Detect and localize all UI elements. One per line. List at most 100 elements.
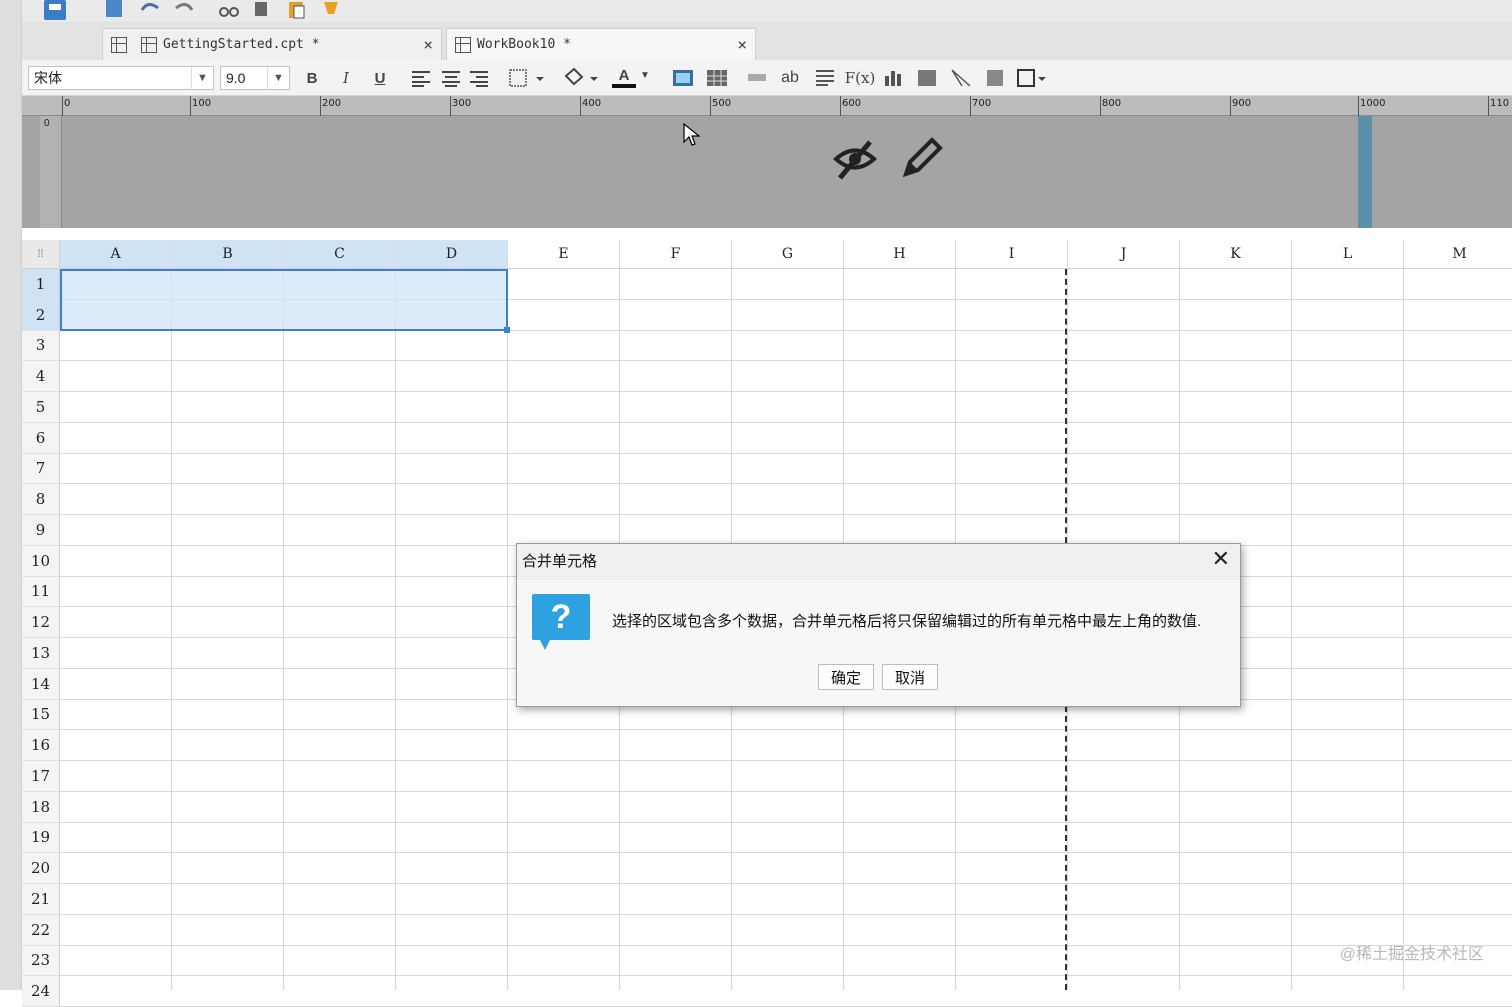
column-header-g[interactable]: G [732, 240, 844, 269]
row-header-24[interactable]: 24 [22, 976, 60, 1007]
cell-element-icon[interactable] [1016, 68, 1050, 88]
column-header-h[interactable]: H [844, 240, 956, 269]
row-header-22[interactable]: 22 [22, 915, 60, 946]
bold-button[interactable]: B [300, 66, 324, 90]
grid-row-line [60, 914, 1512, 915]
ruler-tick: 1000 [1360, 98, 1385, 109]
align-right-icon[interactable] [468, 70, 490, 88]
row-header-3[interactable]: 3 [22, 331, 60, 362]
insert-image-icon[interactable] [916, 68, 938, 88]
ok-button[interactable]: 确定 [818, 664, 874, 690]
tab-gettingstarted[interactable]: GettingStarted.cpt * × [102, 28, 442, 60]
grid-row-line [60, 453, 1512, 454]
copy-icon[interactable] [252, 0, 274, 20]
column-header-c[interactable]: C [284, 240, 396, 269]
row-header-5[interactable]: 5 [22, 392, 60, 423]
row-header-9[interactable]: 9 [22, 515, 60, 546]
border-icon[interactable] [508, 68, 544, 88]
hide-header-icon[interactable] [832, 136, 878, 182]
row-header-14[interactable]: 14 [22, 669, 60, 700]
chevron-down-icon[interactable]: ▼ [640, 70, 650, 81]
tab-workbook10[interactable]: WorkBook10 * × [446, 28, 756, 60]
slash-icon[interactable] [950, 68, 972, 88]
column-header-m[interactable]: M [1404, 240, 1512, 269]
fill-handle[interactable] [504, 327, 510, 333]
paste-icon[interactable] [286, 0, 308, 20]
document-tab-bar: GettingStarted.cpt * × WorkBook10 * × [22, 22, 1512, 60]
row-header-20[interactable]: 20 [22, 853, 60, 884]
close-tab-icon[interactable]: × [737, 35, 747, 54]
underline-button[interactable]: U [368, 66, 392, 90]
fill-color-icon[interactable] [562, 66, 598, 88]
cell-selection-a1-d2[interactable] [60, 269, 508, 331]
column-header-a[interactable]: A [60, 240, 172, 269]
workbook-icon [141, 37, 157, 53]
grid-row-line [60, 791, 1512, 792]
row-header-10[interactable]: 10 [22, 546, 60, 577]
edit-pencil-icon[interactable] [898, 136, 944, 182]
chart-icon[interactable] [882, 68, 904, 88]
row-header-6[interactable]: 6 [22, 423, 60, 454]
row-header-16[interactable]: 16 [22, 730, 60, 761]
grid-row-line [60, 760, 1512, 761]
row-header-1[interactable]: 1 [22, 269, 60, 300]
column-header-d[interactable]: D [396, 240, 508, 269]
redo-icon[interactable] [172, 0, 196, 20]
column-header-f[interactable]: F [620, 240, 732, 269]
grid-column-line [395, 269, 396, 990]
row-header-2[interactable]: 2 [22, 300, 60, 331]
row-header-23[interactable]: 23 [22, 946, 60, 977]
insert-picture-icon[interactable] [672, 68, 694, 88]
row-header-8[interactable]: 8 [22, 484, 60, 515]
align-left-icon[interactable] [410, 70, 432, 88]
column-header-b[interactable]: B [172, 240, 284, 269]
paragraph-icon[interactable] [814, 69, 836, 87]
italic-button[interactable]: I [334, 66, 358, 90]
ruler-tick: 300 [452, 98, 471, 109]
format-toolbar: 宋体 ▼ 9.0 ▼ B I U A ▼ ab F(x) [22, 60, 1512, 96]
row-header-17[interactable]: 17 [22, 761, 60, 792]
row-header-13[interactable]: 13 [22, 638, 60, 669]
chevron-down-icon[interactable]: ▼ [191, 67, 213, 89]
align-center-icon[interactable] [440, 70, 462, 88]
save-file-icon[interactable] [104, 0, 126, 20]
row-header-7[interactable]: 7 [22, 454, 60, 485]
close-icon[interactable]: ✕ [1212, 546, 1230, 572]
column-header-i[interactable]: I [956, 240, 1068, 269]
tab-label: WorkBook10 * [477, 37, 571, 52]
column-header-k[interactable]: K [1180, 240, 1292, 269]
font-size-select[interactable]: 9.0 ▼ [220, 66, 290, 90]
font-size-value: 9.0 [226, 70, 245, 86]
row-header-11[interactable]: 11 [22, 577, 60, 608]
chevron-down-icon[interactable]: ▼ [267, 67, 289, 89]
ruler-tick: 900 [1232, 98, 1251, 109]
row-header-4[interactable]: 4 [22, 361, 60, 392]
grid-row-line [60, 822, 1512, 823]
select-all-corner[interactable]: ⁞⁞ [22, 240, 60, 269]
ruler-tick: 0 [64, 98, 70, 109]
text-button[interactable]: ab [778, 66, 802, 90]
page-width-marker[interactable] [1358, 116, 1372, 228]
close-tab-icon[interactable]: × [423, 35, 433, 54]
row-header-18[interactable]: 18 [22, 792, 60, 823]
row-header-12[interactable]: 12 [22, 607, 60, 638]
font-color-button[interactable]: A [612, 66, 636, 88]
insert-table-icon[interactable] [706, 68, 728, 88]
formula-button[interactable]: F(x) [846, 66, 874, 90]
cut-icon[interactable] [218, 0, 240, 20]
format-painter-icon[interactable] [320, 0, 342, 20]
save-icon[interactable] [40, 0, 72, 22]
grid-row-line [60, 514, 1512, 515]
column-header-j[interactable]: J [1068, 240, 1180, 269]
merge-cells-icon[interactable] [746, 68, 768, 88]
row-header-15[interactable]: 15 [22, 700, 60, 731]
cancel-button[interactable]: 取消 [882, 664, 938, 690]
column-header-e[interactable]: E [508, 240, 620, 269]
row-header-19[interactable]: 19 [22, 823, 60, 854]
font-family-select[interactable]: 宋体 ▼ [28, 66, 214, 90]
column-header-l[interactable]: L [1292, 240, 1404, 269]
row-header-21[interactable]: 21 [22, 884, 60, 915]
report-header-band[interactable]: 0 100 200 300 400 500 600 700 800 900 10… [22, 96, 1512, 228]
sub-report-icon[interactable] [984, 68, 1006, 88]
undo-icon[interactable] [138, 0, 162, 20]
